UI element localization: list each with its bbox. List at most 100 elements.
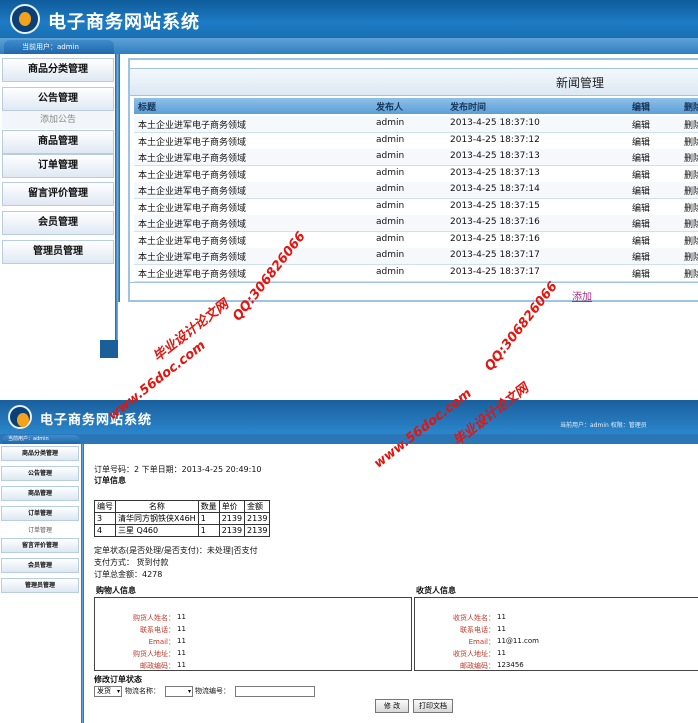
cell-amount: 2139 <box>244 512 271 525</box>
cell-title: 本土企业进军电子商务领域 <box>138 269 247 280</box>
sidebar-item[interactable]: 订单管理 <box>2 154 114 178</box>
cell-edit[interactable]: 编辑 <box>632 168 650 181</box>
cell-del[interactable]: 删除 <box>684 201 698 214</box>
cell-author: admin <box>376 266 405 277</box>
sidebar-subitem[interactable]: 订单管理 <box>1 526 79 536</box>
payment-method-line: 支付方式： 货到付款 <box>94 558 169 567</box>
cell-edit[interactable]: 编辑 <box>632 184 650 197</box>
app-title: 电子商务网站系统 <box>40 413 153 428</box>
table-row: 3 清华同方钢铁侠X46H 1 2139 2139 <box>94 512 271 525</box>
order-total-line: 订单总金额：4278 <box>94 570 163 579</box>
cell-title: 本土企业进军电子商务领域 <box>138 220 247 230</box>
cell-author: admin <box>376 184 405 194</box>
sidebar-item[interactable]: 会员管理 <box>2 211 114 235</box>
cell-edit[interactable]: 编辑 <box>632 234 650 247</box>
logistics-number-input[interactable] <box>235 686 315 697</box>
news-panel: 新闻管理 标题 发布人 发布时间 编辑 删除 本土企业进军电子商务领域 admin… <box>128 58 698 303</box>
col-time: 发布时间 <box>450 103 487 113</box>
cell-del[interactable]: 删除 <box>684 250 698 263</box>
col-title: 标题 <box>138 103 157 113</box>
cell-del[interactable]: 删除 <box>684 151 698 164</box>
cell-author: admin <box>376 200 405 211</box>
modify-button[interactable]: 修 改 <box>375 699 409 713</box>
cell-author: admin <box>376 233 405 244</box>
order-detail-screen: 电子商务网站系统 当前用户：admin 权限：管理员 当前用户：admin 商品… <box>0 400 698 723</box>
cell-title: 本土企业进军电子商务领域 <box>138 187 247 197</box>
current-user-tab: 当前用户：admin <box>4 40 114 54</box>
items-col-price: 单价 <box>218 500 246 513</box>
news-panel-header: 新闻管理 <box>130 68 698 96</box>
cell-edit[interactable]: 编辑 <box>632 217 650 230</box>
items-header-row: 编号 名称 数量 单价 金额 <box>94 500 271 513</box>
sidebar-item[interactable]: 商品分类管理 <box>1 446 79 461</box>
sidebar-item[interactable]: 商品管理 <box>2 130 114 154</box>
field-label: 邮政编码： <box>140 662 175 670</box>
field-label: 收货人姓名： <box>453 614 495 622</box>
cell-del[interactable]: 删除 <box>684 267 698 280</box>
table-row: 本土企业进军电子商务领域 admin 2013-4-25 18:37:13 编辑 删除 <box>134 165 698 183</box>
cell-title: 本土企业进军电子商务领域 <box>138 203 247 214</box>
cell-edit[interactable]: 编辑 <box>632 135 650 148</box>
table-row: 本土企业进军电子商务领域 admin 2013-4-25 18:37:14 编辑 删除 <box>134 182 698 199</box>
table-row: 本土企业进军电子商务领域 admin 2013-4-25 18:37:17 编辑 删除 <box>134 264 698 282</box>
table-row: 本土企业进军电子商务领域 admin 2013-4-25 18:37:16 编辑 删除 <box>134 215 698 232</box>
cell-title: 本土企业进军电子商务领域 <box>138 236 247 247</box>
cell-edit[interactable]: 编辑 <box>632 250 650 263</box>
logistics-name-select[interactable]: ▾ <box>165 686 193 697</box>
sidebar-item[interactable]: 商品管理 <box>1 486 79 501</box>
chevron-down-icon: ▾ <box>187 688 191 695</box>
logistics-number-label: 物流编号： <box>195 687 230 695</box>
buyer-info-box: 购货人姓名： 11 联系电话： 11 Email： 11 购货人地址： 11 邮政编码： 11 <box>94 597 412 671</box>
cell-edit[interactable]: 编辑 <box>632 151 650 164</box>
sidebar-item[interactable]: 商品分类管理 <box>2 58 114 82</box>
sidebar-item[interactable]: 管理员管理 <box>2 240 114 264</box>
field-value: 11 <box>177 637 186 645</box>
cell-author: admin <box>376 217 405 227</box>
cell-del[interactable]: 删除 <box>684 135 698 148</box>
cell-time: 2013-4-25 18:37:13 <box>450 151 540 161</box>
sidebar-divider-2 <box>81 444 84 723</box>
field-label: Email： <box>148 638 175 646</box>
cell-author: admin <box>376 134 405 145</box>
cell-del[interactable]: 删除 <box>684 118 698 131</box>
cell-del[interactable]: 删除 <box>684 184 698 197</box>
cell-edit[interactable]: 编辑 <box>632 118 650 131</box>
sidebar-item[interactable]: 留言评价管理 <box>1 538 79 553</box>
cell-del[interactable]: 删除 <box>684 217 698 230</box>
cell-qty: 1 <box>197 512 220 525</box>
page-title: 新闻管理 <box>556 76 605 90</box>
app-title: 电子商务网站系统 <box>48 12 200 33</box>
table-row: 4 三星 Q460 1 2139 2139 <box>94 524 271 537</box>
field-value: 11 <box>177 649 186 657</box>
field-value: 123456 <box>497 661 524 669</box>
cell-time: 2013-4-25 18:37:12 <box>450 134 540 145</box>
cell-del[interactable]: 删除 <box>684 234 698 247</box>
cell-edit[interactable]: 编辑 <box>632 201 650 214</box>
field-value: 11 <box>497 649 506 657</box>
cell-del[interactable]: 删除 <box>684 168 698 181</box>
sidebar-subitem[interactable]: 添加公告 <box>2 111 114 129</box>
print-button[interactable]: 打印文档 <box>413 699 453 713</box>
cell-qty: 1 <box>197 524 220 537</box>
sidebar-item[interactable]: 会员管理 <box>1 558 79 573</box>
items-col-qty: 数量 <box>197 500 220 513</box>
user-bar-2: 当前用户：admin <box>0 434 698 444</box>
sidebar-item[interactable]: 公告管理 <box>2 87 114 111</box>
sidebar-item[interactable]: 公告管理 <box>1 466 79 481</box>
field-label: 联系电话： <box>460 626 495 634</box>
table-row: 本土企业进军电子商务领域 admin 2013-4-25 18:37:16 编辑 删除 <box>134 231 698 249</box>
cell-time: 2013-4-25 18:37:15 <box>450 200 540 211</box>
add-news-link[interactable]: 添加 <box>572 288 592 303</box>
order-number-date: 订单号码：2 下单日期：2013-4-25 20:49:10 <box>94 465 262 474</box>
field-value: 11 <box>177 625 186 633</box>
cell-title: 本土企业进军电子商务领域 <box>138 253 247 263</box>
cell-title: 本土企业进军电子商务领域 <box>138 137 247 148</box>
sidebar-item[interactable]: 留言评价管理 <box>2 182 114 206</box>
sidebar-item[interactable]: 管理员管理 <box>1 578 79 593</box>
cell-price: 2139 <box>218 524 246 537</box>
order-status-select[interactable]: 发货 ▾ <box>94 686 122 697</box>
table-divider <box>130 282 698 283</box>
cell-time: 2013-4-25 18:37:14 <box>450 184 540 194</box>
sidebar-item[interactable]: 订单管理 <box>1 506 79 521</box>
cell-edit[interactable]: 编辑 <box>632 267 650 280</box>
